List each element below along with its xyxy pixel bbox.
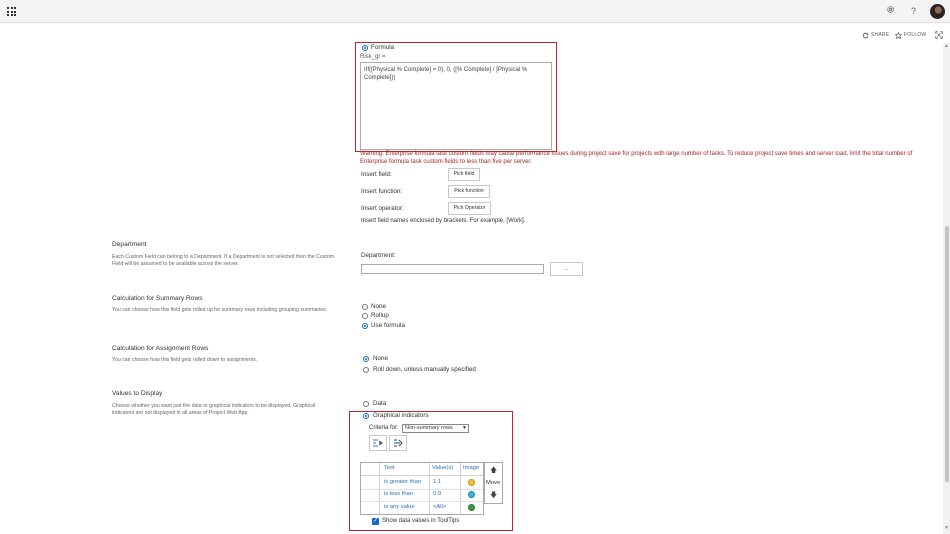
move-label: Move: [486, 480, 501, 486]
share-label: SHARE: [871, 32, 890, 38]
follow-label: FOLLOW: [904, 32, 927, 38]
assignment-none-radio[interactable]: [363, 356, 369, 362]
assignment-rolldown-label: Roll down, unless manually specified: [373, 366, 476, 373]
move-up-icon[interactable]: 🡅: [490, 466, 497, 477]
star-icon: [895, 31, 902, 39]
formula-field-prefix: Risk_gr =: [360, 54, 386, 60]
header-image: Image: [463, 465, 480, 471]
row-1-value[interactable]: 1.1: [433, 479, 441, 485]
summary-rollup-radio[interactable]: [362, 313, 368, 319]
header-test: Test: [384, 465, 395, 471]
scrollbar-thumb[interactable]: [945, 226, 949, 482]
display-graphical-radio[interactable]: [363, 413, 369, 419]
department-browse-button[interactable]: ...: [550, 262, 583, 276]
scroll-up-arrow-icon[interactable]: ▲: [944, 44, 949, 49]
insert-field-label: Insert field:: [361, 171, 392, 178]
green-circle-icon[interactable]: [468, 504, 475, 511]
blue-circle-icon[interactable]: [468, 491, 475, 498]
values-display-title: Values to Display: [112, 390, 163, 397]
assignment-rolldown-radio[interactable]: [363, 367, 369, 373]
display-data-label: Data: [373, 400, 387, 407]
insert-operator-label: Insert operator:: [361, 205, 404, 212]
export-criteria-icon: [394, 439, 403, 447]
share-button[interactable]: SHARE: [862, 30, 889, 40]
header-values: Value(s): [432, 465, 454, 471]
summary-use-formula-label: Use formula: [371, 322, 405, 329]
row-2-value[interactable]: 0.9: [433, 491, 441, 497]
criteria-select-value: Non-summary rows: [405, 425, 453, 431]
pick-operator-button[interactable]: Pick Operator: [448, 202, 491, 215]
waffle-icon[interactable]: [7, 7, 16, 16]
summary-rows-description: You can choose how this field gets rolle…: [112, 307, 328, 313]
assignment-rows-description: You can choose how this field gets rolle…: [112, 357, 258, 363]
department-input[interactable]: [361, 264, 544, 274]
summary-use-formula-radio[interactable]: [362, 323, 368, 329]
row-2-test[interactable]: is less than: [384, 491, 413, 497]
summary-rollup-label: Rollup: [371, 312, 389, 319]
department-field-label: Department:: [361, 252, 396, 259]
copy-criteria-button[interactable]: [369, 435, 387, 451]
action-bar: SHARE FOLLOW: [0, 29, 950, 41]
scroll-down-arrow-icon[interactable]: ▼: [944, 526, 949, 531]
pick-field-button[interactable]: Pick field: [448, 168, 480, 181]
move-down-icon[interactable]: 🡇: [490, 491, 497, 502]
formula-option-label: Formula: [371, 44, 395, 51]
formula-radio[interactable]: [362, 45, 368, 51]
formula-textarea[interactable]: IIf([Physical % Complete] = 0), 0, ([% C…: [360, 62, 552, 150]
suite-bar: ?: [0, 0, 950, 23]
question-icon[interactable]: ?: [907, 5, 920, 18]
show-tooltips-label: Show data values in ToolTips: [382, 518, 460, 524]
row-3-value[interactable]: <All>: [433, 504, 446, 510]
move-controls: 🡅 Move 🡇: [484, 462, 503, 504]
criteria-label: Criteria for:: [369, 425, 399, 431]
values-display-description: Choose whether you want just the data or…: [112, 403, 316, 416]
follow-button[interactable]: FOLLOW: [895, 30, 926, 40]
avatar[interactable]: [930, 4, 945, 19]
yellow-circle-icon[interactable]: [468, 479, 475, 486]
assignment-rows-title: Calculation for Assignment Rows: [112, 345, 209, 352]
display-graphical-label: Graphical indicators: [373, 412, 429, 419]
row-3-test[interactable]: is any value: [384, 504, 415, 510]
row-1-test[interactable]: is greater than: [384, 479, 421, 485]
insert-hint: Insert field names enclosed by brackets.…: [361, 218, 526, 224]
share-icon: [862, 32, 869, 38]
chevron-down-icon: ▼: [462, 425, 467, 431]
show-tooltips-checkbox[interactable]: ✓: [372, 518, 379, 525]
summary-none-label: None: [371, 303, 387, 310]
department-title: Department: [112, 241, 147, 248]
criteria-select[interactable]: Non-summary rows ▼: [402, 424, 469, 433]
summary-rows-title: Calculation for Summary Rows: [112, 295, 203, 302]
pick-function-button[interactable]: Pick function: [448, 185, 490, 198]
import-criteria-icon: [373, 439, 383, 447]
summary-none-radio[interactable]: [362, 304, 368, 310]
gear-icon[interactable]: [884, 5, 897, 18]
department-description: Each Custom Field can belong to a Depart…: [112, 254, 335, 267]
paste-criteria-button[interactable]: [389, 435, 407, 451]
display-data-radio[interactable]: [363, 401, 369, 407]
assignment-none-label: None: [373, 355, 389, 362]
focus-icon[interactable]: [935, 30, 943, 40]
insert-function-label: Insert function:: [361, 188, 403, 195]
formula-warning: Warning: Enterprise formula task custom …: [360, 151, 913, 165]
